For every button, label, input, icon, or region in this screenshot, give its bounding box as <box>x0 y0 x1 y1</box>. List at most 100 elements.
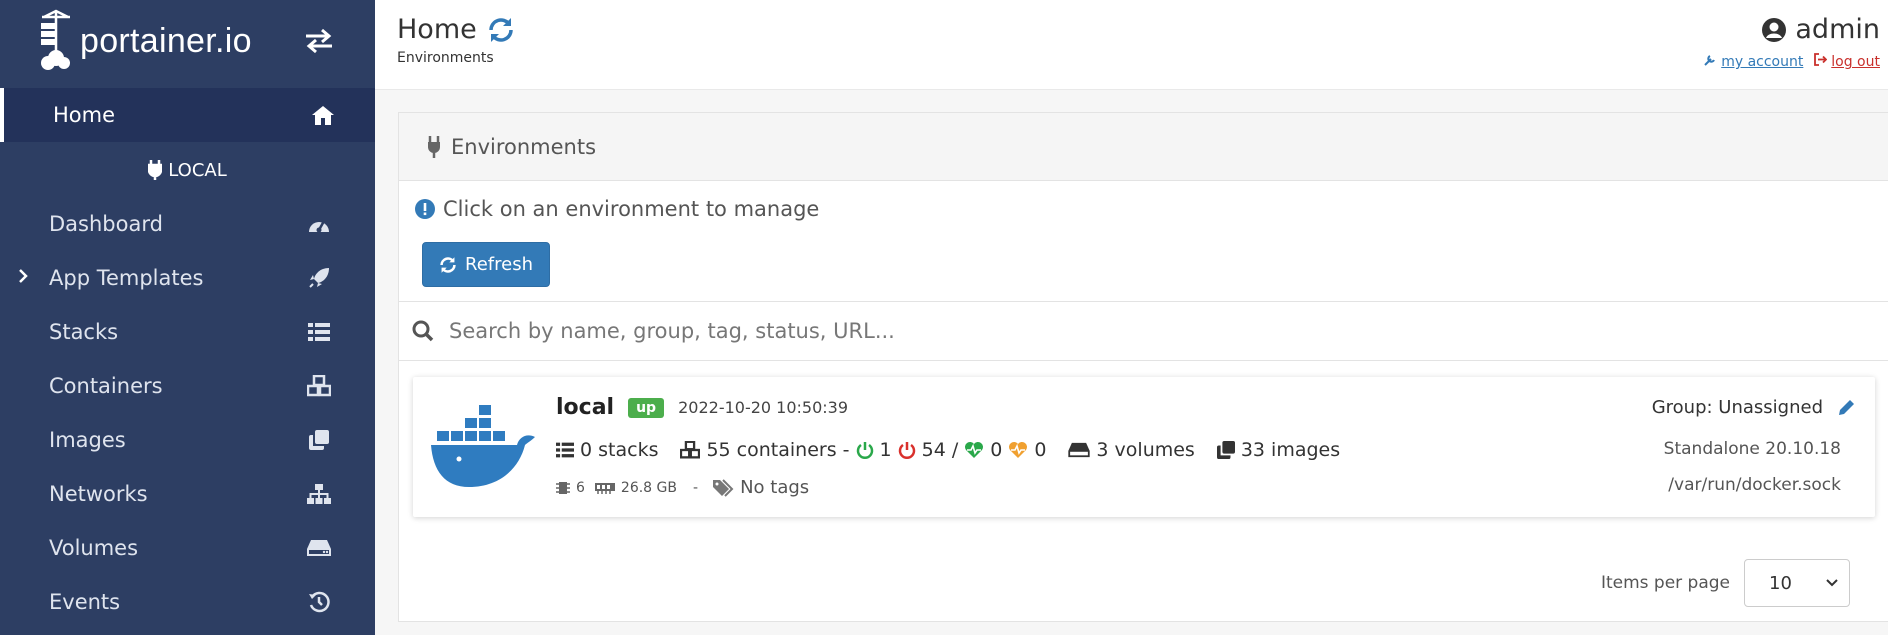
panel-title: Environments <box>451 134 597 159</box>
sidebar-item-app-templates[interactable]: App Templates <box>0 251 375 305</box>
docker-logo-icon <box>431 405 535 487</box>
pagination-controls: Items per page 10 <box>1601 559 1850 607</box>
info-text: Click on an environment to manage <box>443 197 820 221</box>
user-circle-icon <box>1762 17 1787 42</box>
tags-icon <box>713 478 734 497</box>
chevron-down-icon <box>1826 579 1838 587</box>
environment-stats: 0 stacks 55 containers - 1 54 / 0 0 3 vo… <box>556 439 1362 461</box>
plug-icon <box>148 160 163 180</box>
sidebar-item-label: Volumes <box>49 536 139 560</box>
sidebar-item-networks[interactable]: Networks <box>0 467 375 521</box>
containers-stat: 55 containers - 1 54 / 0 0 <box>680 439 1046 461</box>
sidebar-item-label: Events <box>49 590 121 614</box>
hdd-icon <box>1068 442 1091 458</box>
list-icon <box>556 442 574 458</box>
page-title: Home <box>397 14 515 45</box>
search-icon <box>412 320 434 342</box>
breadcrumb: Environments <box>397 50 494 66</box>
sidebar-item-label: App Templates <box>49 266 204 290</box>
my-account-link[interactable]: my account <box>1721 54 1803 70</box>
stacks-count: 0 stacks <box>580 439 659 461</box>
environment-type: Standalone 20.10.18 <box>1663 439 1841 459</box>
sidebar-item-images[interactable]: Images <box>0 413 375 467</box>
environment-label: LOCAL <box>168 159 227 181</box>
sidebar-item-containers[interactable]: Containers <box>0 359 375 413</box>
list-icon <box>306 319 332 345</box>
sidebar-item-label: Images <box>49 428 126 452</box>
images-stat: 33 images <box>1216 439 1341 461</box>
info-message: Click on an environment to manage <box>415 197 819 221</box>
clone-icon <box>1216 441 1235 459</box>
page-header: Home Environments admin my account log o… <box>375 0 1888 90</box>
plug-icon <box>428 135 440 158</box>
unhealthy-count: 0 <box>1034 439 1047 461</box>
page-title-text: Home <box>397 14 477 45</box>
environment-name: local <box>556 395 615 420</box>
volumes-count: 3 volumes <box>1096 439 1195 461</box>
chevron-right-icon <box>18 268 28 288</box>
sidebar-item-volumes[interactable]: Volumes <box>0 521 375 575</box>
items-per-page-label: Items per page <box>1600 573 1730 593</box>
environment-header: LOCAL <box>0 143 375 197</box>
info-circle-icon <box>415 199 435 219</box>
environment-timestamp: 2022-10-20 10:50:39 <box>678 398 849 417</box>
items-per-page-select[interactable]: 10 <box>1744 559 1850 607</box>
sidebar-item-home[interactable]: Home <box>0 88 375 142</box>
home-icon <box>310 102 336 128</box>
group-text: Group: Unassigned <box>1651 397 1823 418</box>
images-count: 33 images <box>1240 439 1341 461</box>
meta-separator: - <box>693 479 699 496</box>
refresh-icon <box>440 256 456 273</box>
heartbeat-unhealthy-icon <box>1009 442 1028 458</box>
brand-logo[interactable]: portainer.io <box>36 8 252 74</box>
environment-title: local up 2022-10-20 10:50:39 <box>556 395 848 420</box>
environment-meta: 6 26.8 GB - No tags <box>556 477 809 498</box>
tags-text: No tags <box>740 477 810 498</box>
power-stopped-icon <box>898 442 915 459</box>
sidebar-item-label: Networks <box>49 482 148 506</box>
memory-icon <box>594 482 615 494</box>
user-name: admin <box>1704 14 1880 45</box>
environment-group: Group: Unassigned <box>1652 397 1855 418</box>
portainer-logo-icon <box>41 9 70 70</box>
sidebar-item-events[interactable]: Events <box>0 575 375 629</box>
clone-icon <box>306 427 332 453</box>
sidebar-item-label: Home <box>53 103 116 127</box>
user-menu: admin my account log out <box>1704 14 1880 70</box>
sidebar-item-label: Dashboard <box>49 212 163 236</box>
wrench-icon <box>1704 55 1715 66</box>
running-count: 1 <box>879 439 892 461</box>
sign-out-icon <box>1813 53 1828 66</box>
sitemap-icon <box>306 481 332 507</box>
cubes-icon <box>306 373 332 399</box>
pencil-icon[interactable] <box>1837 399 1855 417</box>
items-per-page-value: 10 <box>1769 572 1792 594</box>
hdd-icon <box>306 535 332 561</box>
tags: No tags <box>712 477 809 498</box>
stopped-count: 54 / <box>921 439 959 461</box>
toggle-sidebar-icon[interactable] <box>304 28 334 58</box>
panel-header: Environments <box>399 113 1888 181</box>
sidebar-item-label: Stacks <box>49 320 119 344</box>
environment-url: /var/run/docker.sock <box>1668 475 1841 495</box>
sidebar-item-dashboard[interactable]: Dashboard <box>0 197 375 251</box>
tachometer-icon <box>306 211 332 237</box>
search-input[interactable] <box>449 319 1849 343</box>
heartbeat-healthy-icon <box>965 442 984 458</box>
log-out-link[interactable]: log out <box>1831 54 1880 70</box>
sidebar-item-stacks[interactable]: Stacks <box>0 305 375 359</box>
containers-count: 55 containers - <box>706 439 850 461</box>
username: admin <box>1795 14 1880 45</box>
search-bar <box>399 301 1888 361</box>
sidebar: portainer.io Home LOCAL Dashboard App Te… <box>0 0 375 635</box>
healthy-count: 0 <box>990 439 1003 461</box>
refresh-icon[interactable] <box>487 16 515 44</box>
brand-name: portainer.io <box>80 21 252 60</box>
cpu-count: 6 <box>576 479 585 496</box>
refresh-button[interactable]: Refresh <box>422 242 550 287</box>
stacks-stat: 0 stacks <box>556 439 658 461</box>
environment-card[interactable]: local up 2022-10-20 10:50:39 0 stacks 55… <box>413 377 1875 517</box>
environments-panel: Environments Click on an environment to … <box>398 112 1888 622</box>
sidebar-item-label: Containers <box>49 374 163 398</box>
status-badge: up <box>628 397 665 418</box>
